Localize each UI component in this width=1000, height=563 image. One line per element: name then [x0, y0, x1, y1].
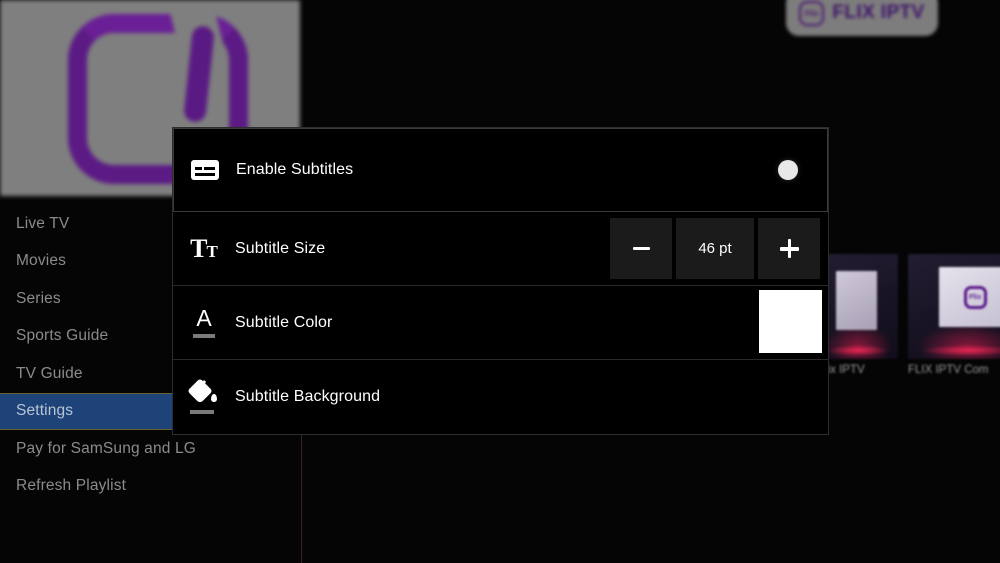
card-glow [922, 345, 1000, 356]
decrease-size-button[interactable] [610, 218, 672, 279]
plus-icon [780, 239, 799, 258]
sidebar-item-pay-for-samsung-and-lg[interactable]: Pay for SamSung and LG [0, 430, 301, 468]
sidebar-item-refresh-playlist[interactable]: Refresh Playlist [0, 468, 301, 506]
sidebar-item-label: Series [16, 290, 61, 308]
card-thumbnail: Flix [908, 254, 1000, 359]
enable-subtitles-toggle[interactable] [778, 160, 798, 180]
sidebar-item-label: Movies [16, 252, 66, 270]
sidebar-item-settings[interactable]: Settings [0, 393, 181, 431]
sidebar-item-label: Sports Guide [16, 327, 108, 345]
brand-logo-icon: Flix [799, 1, 824, 26]
card-screen-graphic [836, 271, 878, 330]
card-title: Flix IPTV [818, 364, 898, 376]
row-subtitle-color[interactable]: A Subtitle Color [173, 286, 828, 360]
app-root: Flix FLIX IPTV Live TV Movies Series Spo… [0, 0, 1000, 563]
format-color-text-icon: A [173, 307, 235, 339]
card-screen-graphic: Flix [939, 267, 1000, 328]
row-label: Subtitle Background [235, 388, 828, 406]
sidebar-item-label: Settings [16, 402, 73, 420]
closed-caption-icon [174, 160, 236, 180]
subtitle-settings-dialog: Enable Subtitles TT Subtitle Size 46 pt … [173, 128, 828, 434]
card-thumbnail [818, 254, 898, 359]
brand-badge: Flix FLIX IPTV [786, 0, 938, 36]
row-enable-subtitles[interactable]: Enable Subtitles [173, 128, 828, 212]
row-subtitle-background[interactable]: Subtitle Background [173, 360, 828, 434]
subtitle-size-value: 46 pt [676, 218, 754, 279]
format-color-fill-icon [173, 380, 235, 414]
row-subtitle-size[interactable]: TT Subtitle Size 46 pt [173, 212, 828, 286]
sidebar-item-label: Live TV [16, 215, 69, 233]
content-card[interactable]: Flix IPTV [818, 254, 898, 376]
content-card[interactable]: Flix FLIX IPTV Com [908, 254, 1000, 376]
content-card-row: Flix IPTV Flix FLIX IPTV Com [818, 254, 1000, 376]
card-title: FLIX IPTV Com [908, 364, 1000, 376]
subtitle-color-swatch[interactable] [759, 290, 822, 353]
increase-size-button[interactable] [758, 218, 820, 279]
card-glow [828, 345, 889, 356]
sidebar-item-label: Refresh Playlist [16, 477, 126, 495]
sidebar-item-label: TV Guide [16, 365, 83, 383]
brand-wordmark: FLIX IPTV [832, 2, 924, 24]
minus-icon [633, 247, 650, 250]
row-label: Subtitle Color [235, 314, 828, 332]
sidebar-item-label: Pay for SamSung and LG [16, 440, 196, 458]
card-brand-logo-icon: Flix [964, 286, 987, 309]
row-label: Enable Subtitles [236, 161, 827, 179]
text-size-icon: TT [173, 236, 235, 262]
subtitle-size-stepper: 46 pt [610, 218, 820, 279]
